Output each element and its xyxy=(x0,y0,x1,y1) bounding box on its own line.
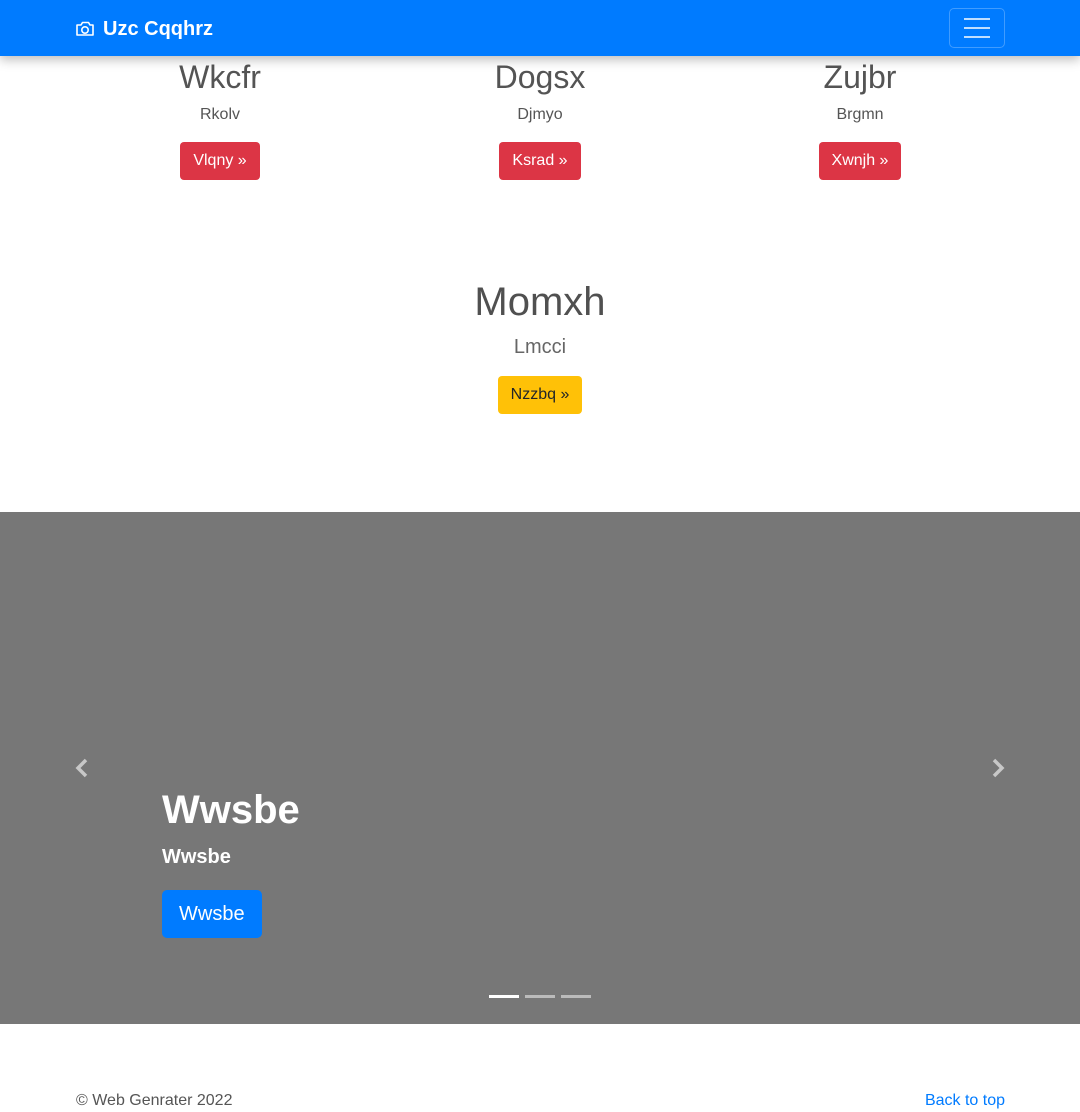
feature-title: Wkcfr xyxy=(179,59,261,95)
hamburger-icon-line xyxy=(964,18,990,20)
navbar: Uzc Cqqhrz xyxy=(0,0,1080,56)
camera-icon xyxy=(76,21,94,36)
brand-name: Uzc Cqqhrz xyxy=(103,17,213,40)
feature-button-1[interactable]: Vlqny » xyxy=(180,142,260,180)
hamburger-icon-line xyxy=(964,36,990,38)
feature-button-2[interactable]: Ksrad » xyxy=(499,142,581,180)
feature-text: Rkolv xyxy=(199,106,240,123)
feature-column-3: Zujbr Brgmn Xwnjh » xyxy=(740,56,980,180)
carousel-indicators xyxy=(489,995,591,998)
chevron-left-icon xyxy=(75,758,88,778)
hero-section: Momxh Lmcci Nzzbq » xyxy=(0,278,1080,414)
chevron-right-icon xyxy=(992,758,1005,778)
carousel-indicator-1[interactable] xyxy=(489,995,519,998)
brand-link[interactable]: Uzc Cqqhrz xyxy=(75,16,213,42)
footer-copyright: © Web Genrater 2022 xyxy=(76,1092,233,1109)
carousel-caption-button[interactable]: Wwsbe xyxy=(162,890,262,938)
carousel-indicator-2[interactable] xyxy=(525,995,555,998)
feature-column-2: Dogsx Djmyo Ksrad » xyxy=(420,56,660,180)
hero-button[interactable]: Nzzbq » xyxy=(497,376,583,414)
feature-button-3[interactable]: Xwnjh » xyxy=(818,142,902,180)
carousel-prev-control[interactable] xyxy=(70,756,94,780)
hero-subtitle: Lmcci xyxy=(513,336,567,358)
hero-title: Momxh xyxy=(474,280,606,324)
navbar-toggler-button[interactable] xyxy=(949,8,1005,48)
carousel-caption-title: Wwsbe xyxy=(162,788,300,832)
feature-title: Zujbr xyxy=(823,59,897,95)
feature-text: Djmyo xyxy=(517,106,563,123)
feature-column-1: Wkcfr Rkolv Vlqny » xyxy=(100,56,340,180)
feature-text: Brgmn xyxy=(836,106,884,123)
back-to-top-link[interactable]: Back to top xyxy=(925,1091,1005,1111)
carousel-caption-text: Wwsbe xyxy=(162,846,231,868)
carousel-next-control[interactable] xyxy=(986,756,1010,780)
carousel: Wwsbe Wwsbe Wwsbe xyxy=(0,512,1080,1024)
hamburger-icon-line xyxy=(964,27,990,29)
carousel-caption: Wwsbe Wwsbe Wwsbe xyxy=(162,782,300,938)
feature-title: Dogsx xyxy=(494,59,586,95)
carousel-indicator-3[interactable] xyxy=(561,995,591,998)
